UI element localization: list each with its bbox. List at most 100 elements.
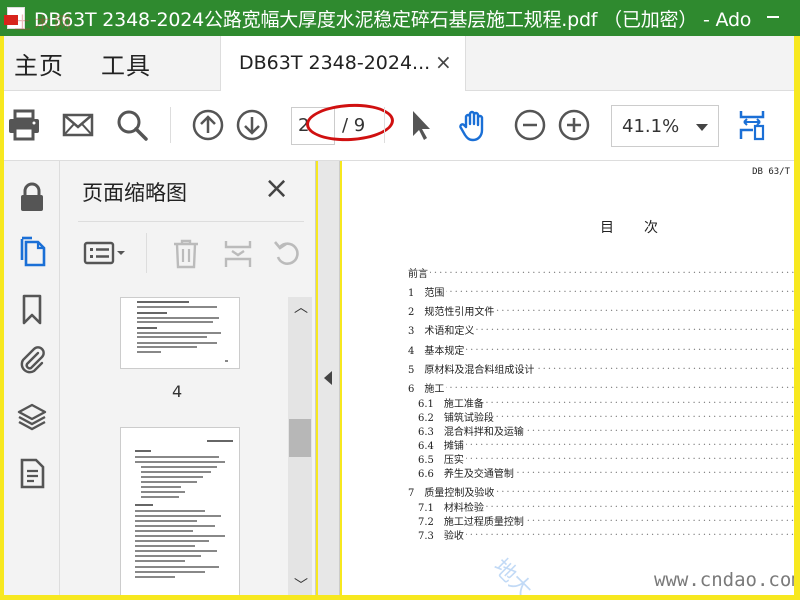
toc-entry[interactable]: ........................................…: [418, 423, 794, 437]
list-options-icon: [83, 241, 125, 265]
toc-entry[interactable]: ........................................…: [418, 527, 794, 541]
close-tab-button[interactable]: ×: [435, 50, 452, 74]
hand-icon: [459, 110, 484, 142]
envelope-icon: [62, 113, 94, 137]
close-panel-button[interactable]: ×: [264, 171, 289, 206]
toc-entry-number: 7.3: [418, 531, 434, 541]
toc-entry[interactable]: ........................................…: [408, 380, 794, 394]
toc-entry[interactable]: ........................................…: [408, 265, 794, 279]
toc-entry-number: 7.1: [418, 503, 434, 513]
toc-entry[interactable]: ........................................…: [418, 465, 794, 479]
watermark-url: www.cndao.com: [654, 569, 794, 591]
layers-button[interactable]: [12, 397, 52, 437]
watermark-cn: 地大: [487, 554, 537, 595]
arrow-down-circle-icon: [236, 109, 268, 141]
document-properties-button[interactable]: [12, 453, 52, 493]
panel-divider: [78, 221, 304, 222]
toc-entry-number: 6.4: [418, 441, 434, 451]
toolbar-separator: [170, 107, 171, 143]
left-icon-rail: [4, 161, 60, 595]
rotate-page-button[interactable]: [272, 233, 304, 273]
toc-entry[interactable]: ........................................…: [418, 513, 794, 527]
toc-entry-text: 施工: [424, 384, 445, 394]
toc-entry-text: 压实: [443, 455, 464, 465]
next-page-button[interactable]: [234, 105, 270, 145]
email-button[interactable]: [60, 105, 96, 145]
toc-entry-number: 2: [408, 307, 415, 317]
delete-page-button[interactable]: [170, 233, 202, 273]
collapse-panel-handle[interactable]: [318, 161, 340, 595]
minimize-button[interactable]: [758, 4, 788, 30]
toc-entry-text: 质量控制及验收: [424, 488, 495, 498]
chevron-up-icon[interactable]: ︿: [294, 297, 308, 317]
page-thumbnails-panel: 页面缩略图 × 4 ︿ ﹀: [60, 161, 316, 595]
toc-entry[interactable]: ........................................…: [418, 499, 794, 513]
search-button[interactable]: [114, 105, 150, 145]
page-thumbnail[interactable]: [120, 427, 240, 595]
lock-icon: [21, 182, 43, 211]
toc-entry[interactable]: ........................................…: [418, 437, 794, 451]
toc-entry[interactable]: ........................................…: [408, 484, 794, 498]
toc-entry[interactable]: ........................................…: [408, 361, 794, 375]
extract-page-button[interactable]: [222, 233, 254, 273]
attachment-icon: [20, 346, 45, 374]
toc-entry-number: 7: [408, 488, 415, 498]
toc-entry[interactable]: ........................................…: [418, 395, 794, 409]
document-page: DB 63/T 目次 .............................…: [342, 161, 794, 595]
toc-entry[interactable]: ........................................…: [418, 409, 794, 423]
window-title: DB63T 2348-2024公路宽幅大厚度水泥稳定碎石基层施工规程.pdf （…: [34, 8, 752, 31]
toc-entry-text: 范围: [424, 288, 445, 298]
previous-page-button[interactable]: [190, 105, 226, 145]
toc-entry-text: 养生及交通管制: [443, 469, 514, 479]
document-tab[interactable]: DB63T 2348-2024... ×: [220, 36, 466, 92]
thumbnail-options-button[interactable]: [82, 233, 128, 273]
toc-entry-text: 验收: [443, 531, 464, 541]
document-icon: [20, 458, 45, 489]
toc-entry-text: 施工准备: [443, 399, 484, 409]
toc-entry-number: 4: [408, 346, 415, 356]
page-thumbnail[interactable]: [120, 297, 240, 369]
toc-entry[interactable]: ........................................…: [408, 342, 794, 356]
toc-entry-text: 规范性引用文件: [424, 307, 495, 317]
security-button[interactable]: [12, 177, 52, 217]
hand-tool-button[interactable]: [456, 105, 492, 145]
minimize-icon: [767, 16, 779, 18]
toc-entry[interactable]: ........................................…: [408, 322, 794, 336]
toc-entry-text: 混合料拌和及运输: [443, 427, 524, 437]
attachments-button[interactable]: [12, 339, 52, 379]
top-tab-bar: 主页 工具 DB63T 2348-2024... ×: [4, 36, 794, 92]
toc-entry-number: 3: [408, 326, 415, 336]
fit-width-icon: [739, 111, 765, 141]
toolbar-separator: [384, 107, 385, 143]
zoom-out-button[interactable]: [512, 105, 548, 145]
toc-entry-number: 7.2: [418, 517, 434, 527]
print-button[interactable]: [6, 105, 42, 145]
toc-entry[interactable]: ........................................…: [408, 303, 794, 317]
toc-entry-number: 6.2: [418, 413, 434, 423]
thumbnail-page-number: 4: [172, 382, 183, 401]
tab-home[interactable]: 主页: [14, 46, 64, 81]
select-tool-button[interactable]: [402, 105, 438, 145]
page-header-code: DB 63/T: [752, 167, 790, 177]
toc-entry-number: 6.3: [418, 427, 434, 437]
toc-entry-number: 6.5: [418, 455, 434, 465]
zoom-select[interactable]: 41.1%: [611, 105, 719, 147]
thumbnail-list: 4: [60, 297, 300, 595]
chevron-down-icon[interactable]: ﹀: [294, 575, 308, 595]
thumbnail-scrollbar[interactable]: ︿ ﹀: [288, 297, 312, 595]
toc-entry-text: 施工过程质量控制: [443, 517, 524, 527]
search-icon: [117, 110, 148, 141]
toc-entry-text: 前言: [408, 269, 428, 279]
page-thumbnails-button[interactable]: [12, 231, 52, 271]
panel-title: 页面缩略图: [82, 181, 187, 205]
toc-entry[interactable]: ........................................…: [418, 451, 794, 465]
bookmarks-button[interactable]: [12, 289, 52, 329]
toc-entry[interactable]: ........................................…: [408, 284, 794, 298]
cursor-arrow-icon: [413, 111, 430, 140]
scrollbar-thumb[interactable]: [289, 419, 311, 457]
zoom-in-button[interactable]: [556, 105, 592, 145]
toc-entry-number: 5: [408, 365, 415, 375]
rotate-icon: [274, 241, 299, 265]
tab-tools[interactable]: 工具: [101, 46, 151, 81]
fit-width-button[interactable]: [734, 105, 770, 145]
